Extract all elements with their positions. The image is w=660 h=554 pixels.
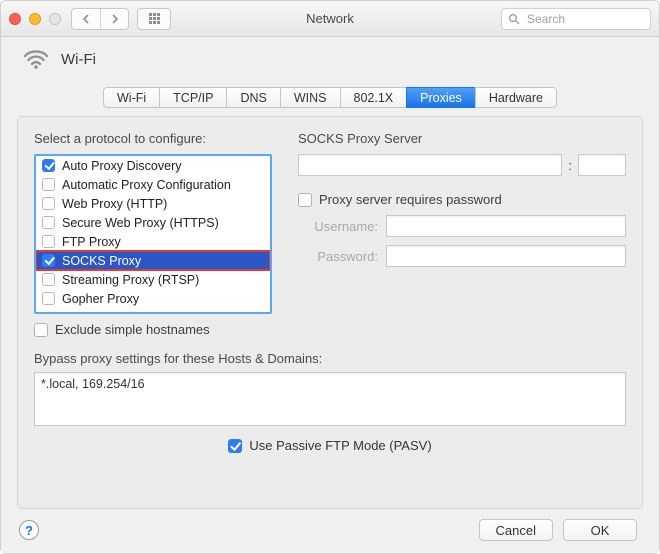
- cancel-button[interactable]: Cancel: [479, 519, 553, 541]
- proxies-panel: Select a protocol to configure: Auto Pro…: [17, 116, 643, 509]
- exclude-hostnames-row[interactable]: Exclude simple hostnames: [34, 322, 272, 337]
- ok-button[interactable]: OK: [563, 519, 637, 541]
- username-label: Username:: [298, 219, 378, 234]
- show-all-button[interactable]: [137, 8, 171, 30]
- passive-ftp-label: Use Passive FTP Mode (PASV): [249, 438, 431, 453]
- titlebar: Network: [1, 1, 659, 37]
- protocol-item[interactable]: Automatic Proxy Configuration: [36, 175, 270, 194]
- protocol-item[interactable]: Web Proxy (HTTP): [36, 194, 270, 213]
- tab-bar: Wi-FiTCP/IPDNSWINS802.1XProxiesHardware: [17, 87, 643, 108]
- protocol-item[interactable]: Auto Proxy Discovery: [36, 156, 270, 175]
- back-button[interactable]: [72, 9, 100, 29]
- tab-802-1x[interactable]: 802.1X: [340, 87, 407, 108]
- protocol-label: Secure Web Proxy (HTTPS): [62, 216, 219, 230]
- tab-wins[interactable]: WINS: [280, 87, 340, 108]
- tab-hardware[interactable]: Hardware: [475, 87, 557, 108]
- protocol-label: Web Proxy (HTTP): [62, 197, 167, 211]
- exclude-hostnames-checkbox[interactable]: [34, 323, 48, 337]
- protocol-item[interactable]: Streaming Proxy (RTSP): [36, 270, 270, 289]
- protocol-checkbox[interactable]: [42, 273, 55, 286]
- protocol-label: Gopher Proxy: [62, 292, 139, 306]
- protocol-item[interactable]: Secure Web Proxy (HTTPS): [36, 213, 270, 232]
- tab-dns[interactable]: DNS: [226, 87, 279, 108]
- protocol-list[interactable]: Auto Proxy Discovery Automatic Proxy Conf…: [34, 154, 272, 314]
- wifi-icon: [23, 49, 49, 69]
- protocol-label: Streaming Proxy (RTSP): [62, 273, 199, 287]
- protocol-label: Auto Proxy Discovery: [62, 159, 181, 173]
- protocol-item[interactable]: Gopher Proxy: [36, 289, 270, 308]
- protocol-checkbox[interactable]: [42, 254, 55, 267]
- interface-header: Wi-Fi: [17, 37, 643, 87]
- chevron-right-icon: [111, 14, 119, 24]
- help-button[interactable]: ?: [19, 520, 39, 540]
- network-preferences-window: Network Wi-Fi Wi-FiTCP/IPDNSWINS802.1XPr…: [0, 0, 660, 554]
- protocol-label: Automatic Proxy Configuration: [62, 178, 231, 192]
- protocol-list-label: Select a protocol to configure:: [34, 131, 272, 146]
- protocol-checkbox[interactable]: [42, 159, 55, 172]
- protocol-checkbox[interactable]: [42, 197, 55, 210]
- password-label: Password:: [298, 249, 378, 264]
- nav-buttons: [71, 8, 129, 30]
- exclude-hostnames-label: Exclude simple hostnames: [55, 322, 210, 337]
- protocol-item[interactable]: SOCKS Proxy: [36, 251, 270, 270]
- requires-password-row[interactable]: Proxy server requires password: [298, 192, 626, 207]
- bypass-label: Bypass proxy settings for these Hosts & …: [34, 351, 626, 366]
- forward-button[interactable]: [100, 9, 128, 29]
- protocol-label: FTP Proxy: [62, 235, 121, 249]
- username-input[interactable]: [386, 215, 626, 237]
- search-field-wrap[interactable]: [501, 8, 651, 30]
- window-body: Wi-Fi Wi-FiTCP/IPDNSWINS802.1XProxiesHar…: [1, 37, 659, 553]
- protocol-label: SOCKS Proxy: [62, 254, 141, 268]
- protocol-checkbox[interactable]: [42, 292, 55, 305]
- passive-ftp-checkbox[interactable]: [228, 439, 242, 453]
- host-port-separator: :: [568, 158, 572, 173]
- server-section-label: SOCKS Proxy Server: [298, 131, 626, 146]
- proxy-port-input[interactable]: [578, 154, 626, 176]
- interface-name: Wi-Fi: [61, 51, 96, 68]
- requires-password-checkbox[interactable]: [298, 193, 312, 207]
- requires-password-label: Proxy server requires password: [319, 192, 502, 207]
- chevron-left-icon: [82, 14, 90, 24]
- zoom-window-button[interactable]: [49, 13, 61, 25]
- protocol-checkbox[interactable]: [42, 216, 55, 229]
- protocol-checkbox[interactable]: [42, 235, 55, 248]
- bypass-textarea[interactable]: *.local, 169.254/16: [34, 372, 626, 426]
- protocol-checkbox[interactable]: [42, 178, 55, 191]
- minimize-window-button[interactable]: [29, 13, 41, 25]
- protocol-item[interactable]: FTP Proxy: [36, 232, 270, 251]
- dialog-footer: ? Cancel OK: [17, 509, 643, 541]
- tab-proxies[interactable]: Proxies: [406, 87, 475, 108]
- search-input[interactable]: [525, 11, 644, 27]
- search-icon: [508, 13, 520, 25]
- grid-icon: [149, 13, 160, 24]
- window-controls: [9, 13, 61, 25]
- close-window-button[interactable]: [9, 13, 21, 25]
- tab-wi-fi[interactable]: Wi-Fi: [103, 87, 159, 108]
- tab-tcp-ip[interactable]: TCP/IP: [159, 87, 226, 108]
- proxy-host-input[interactable]: [298, 154, 562, 176]
- password-input[interactable]: [386, 245, 626, 267]
- passive-ftp-row[interactable]: Use Passive FTP Mode (PASV): [34, 438, 626, 453]
